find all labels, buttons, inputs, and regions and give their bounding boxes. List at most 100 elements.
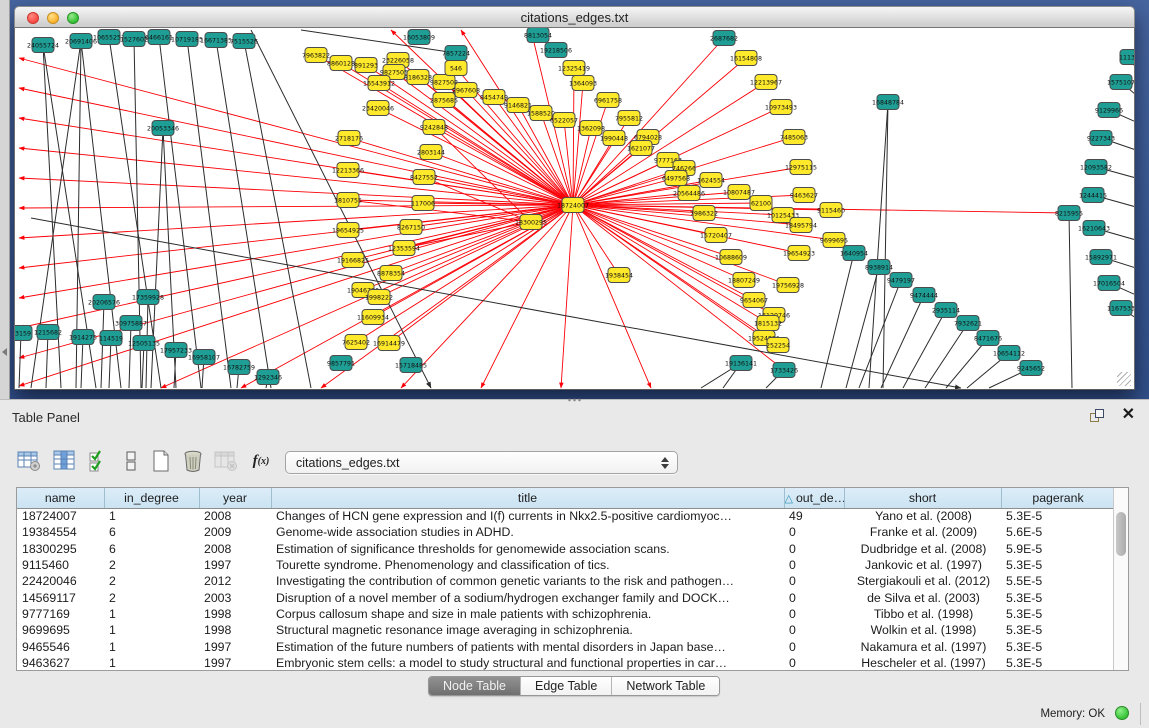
graph-node[interactable]: 7625402 [342,335,370,350]
graph-node[interactable]: 30975887 [115,316,147,331]
left-collapsed-panel[interactable] [0,0,10,399]
graph-node[interactable]: 20053346 [147,121,179,136]
graph-node[interactable]: 12325419 [558,61,590,76]
graph-node[interactable]: 7485063 [780,130,808,145]
graph-node[interactable]: 11609934 [357,310,389,325]
network-graph[interactable]: 1872400718300295796382288601288912932322… [15,28,1135,390]
graph-node[interactable]: 12505135 [128,336,160,351]
table-mode-button[interactable] [16,448,42,474]
graph-node[interactable]: 10719185 [171,32,203,47]
canvas-resize-grip-icon[interactable] [1117,372,1131,386]
graph-node[interactable]: 16543912 [363,76,395,91]
graph-node[interactable]: 12213967 [750,75,782,90]
graph-node[interactable]: 33159 [15,326,32,341]
show-columns-button[interactable] [52,448,78,474]
graph-node[interactable]: 16848784 [872,95,904,110]
panel-collapse-arrow-icon[interactable] [2,348,7,356]
graph-node[interactable]: 8471676 [974,331,1002,346]
graph-node[interactable]: 8186328 [404,70,432,85]
column-header-short[interactable]: short [844,488,1001,508]
graph-node[interactable]: 1810755 [334,193,362,208]
network-table-select[interactable]: citations_edges.txt [285,451,678,474]
graph-node[interactable]: 117006 [411,196,435,211]
graph-node[interactable]: 891293 [354,58,378,73]
graph-node[interactable]: 8860128 [327,56,355,71]
graph-node[interactable]: 8878354 [377,266,405,281]
graph-node[interactable]: 1624554 [697,173,725,188]
graph-node[interactable]: 18495794 [785,218,817,233]
table-scrollbar-thumb[interactable] [1116,512,1126,556]
graph-node[interactable]: 19218506 [540,43,572,58]
graph-node[interactable]: 7515526 [230,34,258,49]
column-header-title[interactable]: title [271,488,784,508]
close-panel-icon[interactable]: ✕ [1122,407,1135,423]
tab-network-table[interactable]: Network Table [612,677,719,695]
graph-node[interactable]: 12213366 [332,163,364,178]
graph-node[interactable]: 10654112 [993,346,1025,361]
graph-node[interactable]: 9654067 [740,293,768,308]
graph-node[interactable]: 19136141 [725,356,757,371]
graph-node[interactable]: 16154808 [730,51,762,66]
graph-node[interactable]: 1364093 [569,76,597,91]
column-header-outde[interactable]: △out_de… [784,488,844,508]
column-header-name[interactable]: name [17,488,104,508]
table-row[interactable]: 946362711997Embryonic stem cells: a mode… [17,655,1115,671]
graph-node[interactable]: 12353594 [388,241,420,256]
network-canvas[interactable]: 1872400718300295796382288601288912932322… [14,28,1135,390]
graph-node[interactable]: 16782759 [223,360,255,375]
graph-node[interactable]: 9129966 [1095,103,1123,118]
delete-column-button[interactable] [180,448,206,474]
selection-mode-button[interactable] [86,448,112,474]
graph-node[interactable]: 1990448 [600,131,628,146]
graph-node[interactable]: 8813054 [524,28,552,43]
graph-node[interactable]: 111304 [1119,50,1135,65]
column-header-pagerank[interactable]: pagerank [1001,488,1115,508]
graph-node[interactable]: 546 [445,61,467,76]
float-panel-icon[interactable] [1090,409,1105,424]
graph-node[interactable]: 15892971 [1085,250,1117,265]
network-window-titlebar[interactable]: citations_edges.txt [14,6,1135,28]
graph-node[interactable]: 6522057 [550,113,578,128]
graph-node[interactable]: 9242848 [420,120,448,135]
graph-node[interactable]: 114519 [99,331,123,346]
graph-node[interactable]: 8215955 [1055,206,1083,221]
graph-node[interactable]: 19756928 [772,278,804,293]
graph-node[interactable]: 8938914 [865,260,893,275]
graph-node[interactable]: 18300295 [515,215,547,230]
graph-node[interactable]: 19654923 [783,246,815,261]
graph-node[interactable]: 16958107 [188,350,220,365]
graph-node[interactable]: 9245652 [1017,361,1045,376]
network-window[interactable]: citations_edges.txt 18724007183002957963… [14,6,1135,390]
graph-node[interactable]: 1527602 [120,32,148,47]
graph-node[interactable]: 1733426 [770,363,798,378]
graph-node[interactable]: 8427552 [410,170,438,185]
graph-node[interactable]: 2875685 [430,93,458,108]
graph-node[interactable]: 62100 [750,196,772,211]
graph-node[interactable]: 23420046 [362,101,394,116]
table-row[interactable]: 969969511998Structural magnetic resonanc… [17,622,1115,638]
graph-node[interactable]: 10688609 [715,250,747,265]
graph-node[interactable]: 18807249 [728,273,760,288]
table-row[interactable]: 1830029562008Estimation of significance … [17,541,1115,557]
graph-node[interactable]: 20206576 [88,295,120,310]
graph-node[interactable]: 6497568 [662,171,690,186]
graph-node[interactable]: 1640954 [840,246,868,261]
graph-node[interactable]: 1621077 [627,141,655,156]
graph-node[interactable]: 9699695 [820,233,848,248]
tab-edge-table[interactable]: Edge Table [521,677,612,695]
graph-node[interactable]: 24055724 [27,38,59,53]
graph-node[interactable]: 12093582 [1080,160,1112,175]
graph-node[interactable]: 252254 [766,338,790,353]
graph-node[interactable]: 2687682 [710,31,738,46]
graph-node[interactable]: 7955812 [615,111,643,126]
graph-node[interactable]: 15720407 [700,228,732,243]
graph-node[interactable]: 1938454 [605,268,633,283]
graph-node[interactable]: 1914275 [69,330,97,345]
table-row[interactable]: 2242004622012Investigating the contribut… [17,573,1115,589]
graph-node[interactable]: 7857224 [442,46,470,61]
graph-node[interactable]: 9227343 [1087,131,1115,146]
graph-node[interactable]: 20564486 [673,186,705,201]
graph-node[interactable]: 2935114 [932,303,960,318]
function-builder-button[interactable]: f(x) [248,448,274,474]
graph-node[interactable]: 2967608 [452,83,480,98]
